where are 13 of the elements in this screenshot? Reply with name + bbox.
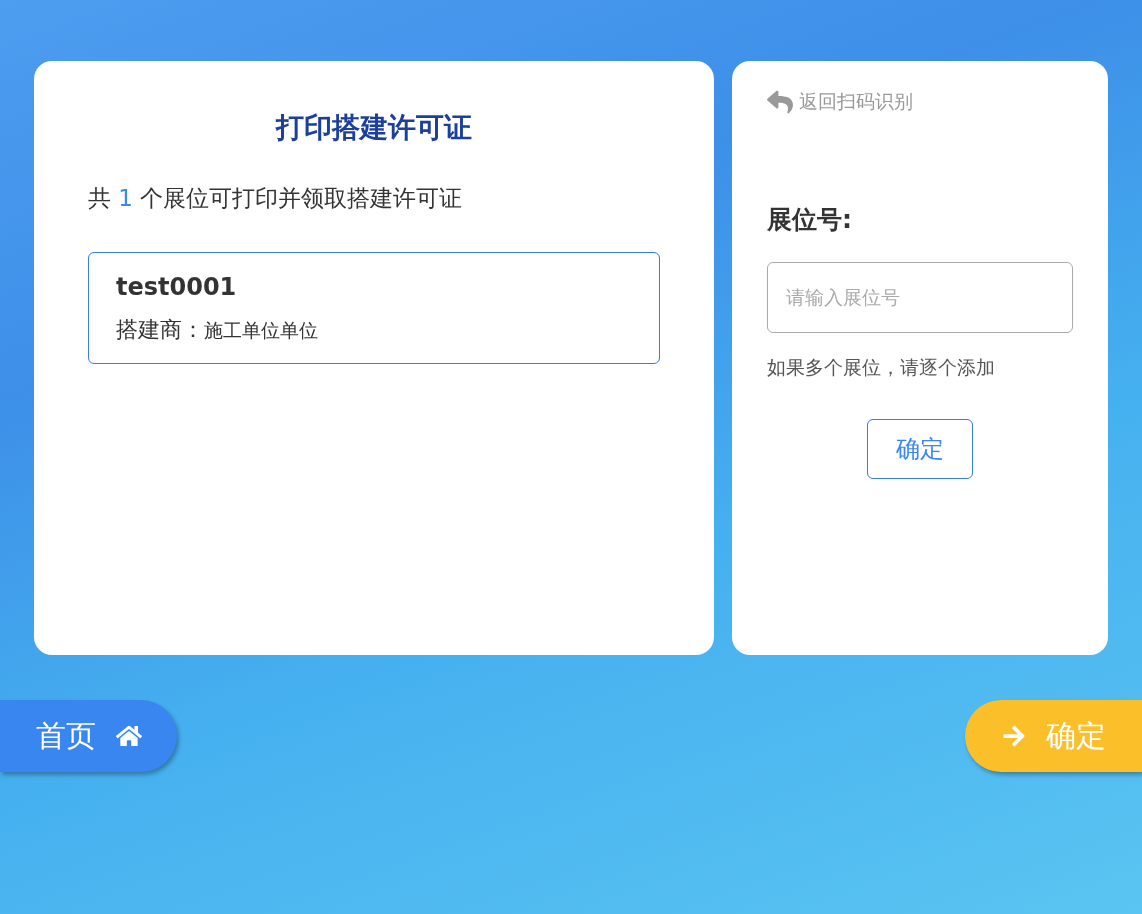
page-title: 打印搭建许可证 (274, 110, 473, 146)
hint-text: 如果多个展位，请逐个添加 (767, 355, 996, 380)
home-icon (115, 723, 142, 749)
field-label: 展位号: (767, 204, 853, 236)
booth-number-field[interactable]: 请输入展位号 (767, 262, 1073, 333)
booth-number: test0001 (116, 273, 238, 301)
summary-text: 共 1 个展位可打印并领取搭建许可证 (88, 184, 464, 213)
back-link[interactable]: 返回扫码识别 (767, 89, 1073, 115)
confirm-button[interactable]: 确定 (867, 419, 973, 479)
reply-icon (767, 89, 793, 115)
arrow-right-icon (1001, 724, 1026, 748)
home-button[interactable]: 首页 (0, 700, 177, 772)
builder-text: 搭建商：施工单位单位 (116, 316, 319, 344)
